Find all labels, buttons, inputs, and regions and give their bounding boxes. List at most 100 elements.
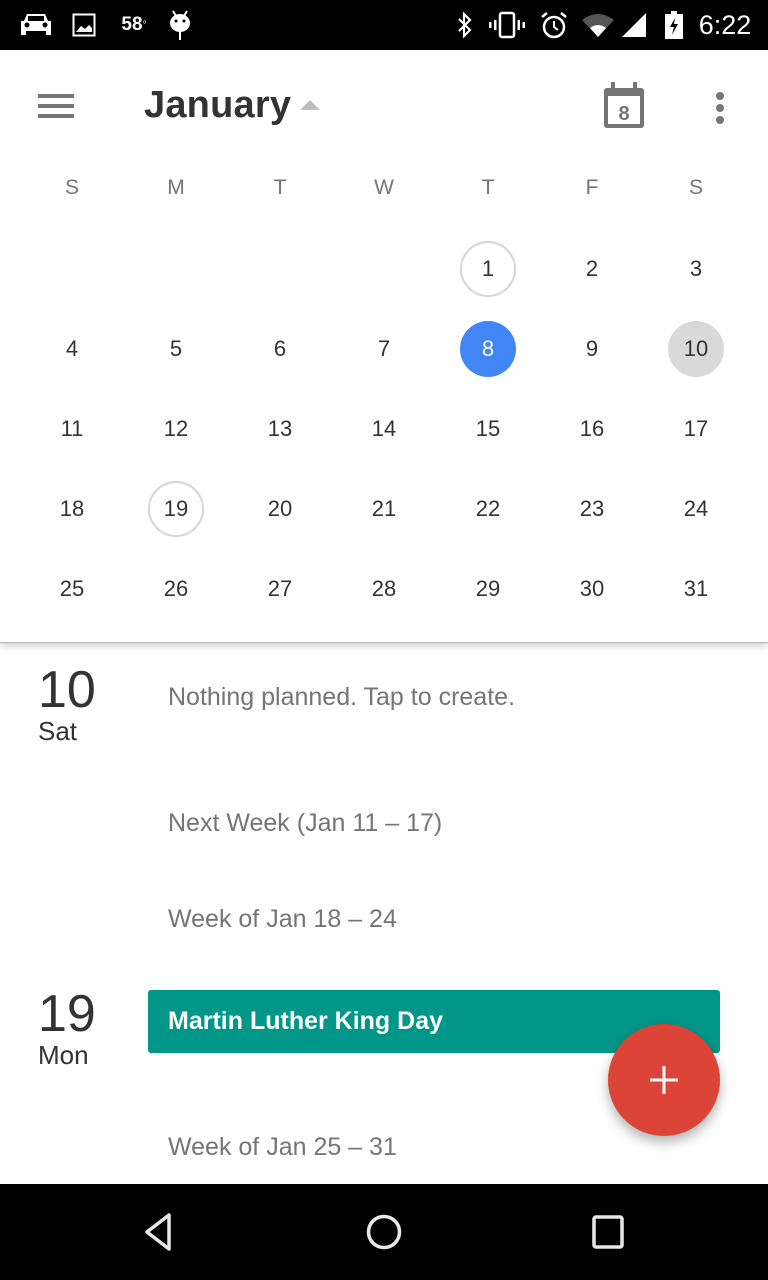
recents-icon xyxy=(592,1215,624,1249)
home-button[interactable] xyxy=(344,1204,424,1260)
day-cell-10[interactable]: 10 xyxy=(644,309,748,389)
day-number: 12 xyxy=(163,416,189,441)
vibrate-icon xyxy=(488,0,526,50)
day-number: 1 xyxy=(460,241,516,297)
plus-icon xyxy=(650,1066,678,1094)
day-number: 8 xyxy=(460,321,516,377)
day-cell-23[interactable]: 23 xyxy=(540,469,644,549)
bluetooth-icon xyxy=(454,0,476,50)
day-number: 21 xyxy=(371,496,397,521)
event-title: Martin Luther King Day xyxy=(168,1007,444,1035)
day-number: 13 xyxy=(267,416,293,441)
day-cell-20[interactable]: 20 xyxy=(228,469,332,549)
wifi-icon xyxy=(580,0,616,50)
day-number: 30 xyxy=(579,576,605,601)
day-cell-3[interactable]: 3 xyxy=(644,229,748,309)
day-cell-31[interactable]: 31 xyxy=(644,549,748,629)
day-number: 16 xyxy=(579,416,605,441)
create-event-button[interactable] xyxy=(608,1024,720,1136)
day-number: 18 xyxy=(59,496,85,521)
day-number: 23 xyxy=(579,496,605,521)
nothing-planned-text[interactable]: Nothing planned. Tap to create. xyxy=(168,683,515,712)
day-number: 6 xyxy=(273,336,287,361)
day-cell-4[interactable]: 4 xyxy=(20,309,124,389)
cellular-signal-icon xyxy=(618,0,650,50)
day-cell-7[interactable]: 7 xyxy=(332,309,436,389)
hamburger-menu-icon-bar xyxy=(38,104,74,108)
day-number: 24 xyxy=(683,496,709,521)
agenda-date-weekday: Mon xyxy=(38,1040,89,1070)
day-cell-24[interactable]: 24 xyxy=(644,469,748,549)
temperature-unit: ° xyxy=(142,19,147,31)
month-calendar-panel: January 8 SMTWTFS 1 2 3 4 5 6 7 8 9 10 11 12 13 14 15 1… xyxy=(0,50,768,643)
day-cell-28[interactable]: 28 xyxy=(332,549,436,629)
day-cell-29[interactable]: 29 xyxy=(436,549,540,629)
more-options-button[interactable] xyxy=(700,80,740,136)
weekday-label: T xyxy=(273,176,287,199)
week-header-jan-18-24[interactable]: Week of Jan 18 – 24 xyxy=(168,905,397,934)
weekday-label: T xyxy=(481,176,495,199)
navigation-bar xyxy=(0,1184,768,1280)
day-cell-2[interactable]: 2 xyxy=(540,229,644,309)
day-cell-9[interactable]: 9 xyxy=(540,309,644,389)
battery-charging-icon xyxy=(662,0,686,50)
day-number: 27 xyxy=(267,576,293,601)
more-vert-icon xyxy=(716,92,724,124)
caret-up-icon[interactable] xyxy=(300,100,320,110)
day-number: 19 xyxy=(148,481,204,537)
agenda-date-number: 10 xyxy=(38,661,96,719)
status-bar: 58 ° 6:22 xyxy=(0,0,768,50)
day-cell-22[interactable]: 22 xyxy=(436,469,540,549)
temperature: 58 ° xyxy=(116,0,152,50)
day-number: 5 xyxy=(169,336,183,361)
day-cell-11[interactable]: 11 xyxy=(20,389,124,469)
day-number: 17 xyxy=(683,416,709,441)
day-cell-1[interactable]: 1 xyxy=(436,229,540,309)
calendar-today-icon: 8 xyxy=(604,82,644,128)
weekday-label: M xyxy=(167,176,185,199)
day-cell-26[interactable]: 26 xyxy=(124,549,228,629)
clock-time: 6:22 xyxy=(698,9,752,40)
day-cell-6[interactable]: 6 xyxy=(228,309,332,389)
day-cell-18[interactable]: 18 xyxy=(20,469,124,549)
home-icon xyxy=(366,1214,402,1250)
day-cell-15[interactable]: 15 xyxy=(436,389,540,469)
day-cell-21[interactable]: 21 xyxy=(332,469,436,549)
day-number: 11 xyxy=(60,416,84,441)
back-button[interactable] xyxy=(120,1204,200,1260)
image-icon xyxy=(70,0,98,50)
car-icon xyxy=(16,0,56,50)
day-cell-12[interactable]: 12 xyxy=(124,389,228,469)
day-cell-27[interactable]: 27 xyxy=(228,549,332,629)
day-number: 15 xyxy=(475,416,501,441)
recents-button[interactable] xyxy=(568,1204,648,1260)
day-number: 22 xyxy=(475,496,501,521)
day-number: 28 xyxy=(371,576,397,601)
weekday-label: F xyxy=(585,176,599,199)
day-number: 25 xyxy=(59,576,85,601)
day-cell-30[interactable]: 30 xyxy=(540,549,644,629)
day-cell-13[interactable]: 13 xyxy=(228,389,332,469)
day-cell-14[interactable]: 14 xyxy=(332,389,436,469)
hamburger-menu-icon xyxy=(38,94,74,98)
jump-to-today-button[interactable]: 8 xyxy=(596,80,652,136)
month-title[interactable]: January xyxy=(144,84,291,127)
day-number: 20 xyxy=(267,496,293,521)
day-cell-17[interactable]: 17 xyxy=(644,389,748,469)
week-header-next-week[interactable]: Next Week (Jan 11 – 17) xyxy=(168,809,442,838)
agenda-date-weekday: Sat xyxy=(38,716,78,746)
day-cell-16[interactable]: 16 xyxy=(540,389,644,469)
day-cell-8[interactable]: 8 xyxy=(436,309,540,389)
day-number: 26 xyxy=(163,576,189,601)
day-cell-19[interactable]: 19 xyxy=(124,469,228,549)
weekday-label: S xyxy=(64,176,79,199)
day-number: 3 xyxy=(689,256,703,281)
day-cell-5[interactable]: 5 xyxy=(124,309,228,389)
back-icon xyxy=(145,1213,171,1251)
day-number: 29 xyxy=(475,576,501,601)
week-header-jan-25-31[interactable]: Week of Jan 25 – 31 xyxy=(168,1133,397,1162)
menu-button[interactable] xyxy=(22,82,90,130)
day-cell-25[interactable]: 25 xyxy=(20,549,124,629)
alarm-icon xyxy=(538,0,570,50)
weekday-label: S xyxy=(688,176,703,199)
